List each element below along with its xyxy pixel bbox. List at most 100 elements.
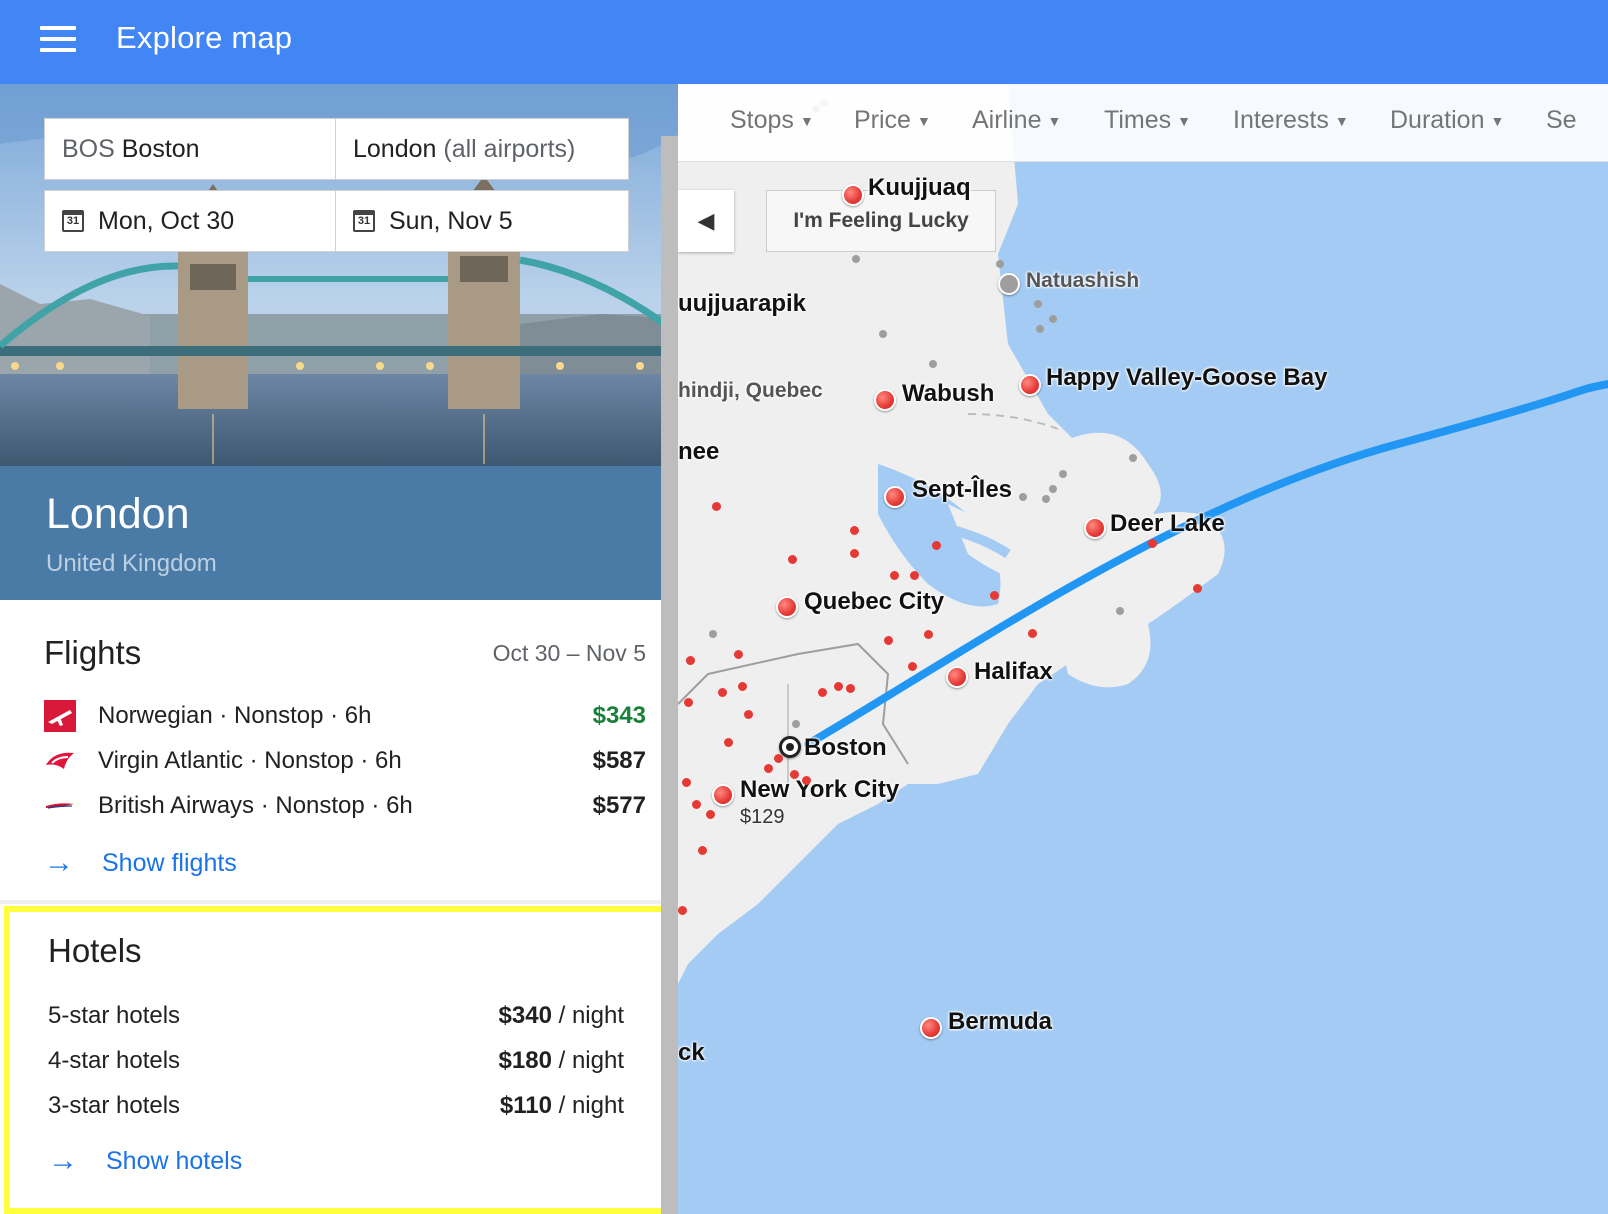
map-dot[interactable]	[684, 698, 693, 707]
origin-field[interactable]: BOS Boston	[44, 118, 336, 180]
map-dot[interactable]	[1028, 629, 1037, 638]
map-label-nyc[interactable]: New York City	[740, 776, 899, 804]
map-dot[interactable]	[932, 541, 941, 550]
map-dot[interactable]	[712, 502, 721, 511]
map-pin[interactable]	[874, 389, 896, 411]
map-dot[interactable]	[678, 906, 687, 915]
origin-code: BOS	[62, 134, 115, 163]
map-dot[interactable]	[846, 684, 855, 693]
map-canvas[interactable]: Stops ▼ Price ▼ Airline ▼ Times ▼ Interests ▼…	[678, 84, 1608, 1214]
map-dot[interactable]	[990, 591, 999, 600]
filter-times[interactable]: Times ▼	[1104, 106, 1191, 135]
map-pin[interactable]	[884, 486, 906, 508]
map-dot[interactable]	[692, 800, 701, 809]
map-dot[interactable]	[734, 650, 743, 659]
map-dot[interactable]	[1148, 539, 1157, 548]
hotel-price: $110 / night	[499, 1092, 624, 1119]
map-label-natuashish[interactable]: Natuashish	[1026, 269, 1139, 293]
map-dot[interactable]	[686, 656, 695, 665]
map-pin[interactable]	[1019, 374, 1041, 396]
map-label-ck[interactable]: ck	[678, 1039, 705, 1067]
british-airways-logo-icon	[46, 803, 74, 809]
destination-city: London	[46, 490, 190, 538]
map-dot[interactable]	[744, 710, 753, 719]
map-dot[interactable]	[790, 770, 799, 779]
map-dot[interactable]	[788, 555, 797, 564]
map-dot[interactable]	[718, 688, 727, 697]
map-dot[interactable]	[774, 754, 783, 763]
map-dot[interactable]	[834, 682, 843, 691]
map-pin[interactable]	[1084, 517, 1106, 539]
map-dot[interactable]	[802, 776, 811, 785]
filter-interests[interactable]: Interests ▼	[1233, 106, 1349, 135]
map-dot[interactable]	[738, 682, 747, 691]
hotel-row[interactable]: 4-star hotels $180 / night	[48, 1043, 624, 1079]
map-landmass	[678, 84, 1608, 984]
map-dot[interactable]	[1193, 584, 1202, 593]
map-label-kuujjuaq[interactable]: Kuujjuaq	[868, 174, 971, 202]
filter-price[interactable]: Price ▼	[854, 106, 931, 135]
return-date-field[interactable]: 31 Sun, Nov 5	[335, 190, 629, 252]
destination-field[interactable]: London (all airports)	[335, 118, 629, 180]
map-pin[interactable]	[776, 596, 798, 618]
map-dot[interactable]	[682, 778, 691, 787]
depart-date: Mon, Oct 30	[98, 206, 235, 235]
map-dot[interactable]	[910, 571, 919, 580]
map-dot[interactable]	[706, 810, 715, 819]
map-label-quebec-city[interactable]: Quebec City	[804, 588, 944, 616]
map-origin-pin[interactable]	[779, 736, 801, 758]
map-label-goose-bay[interactable]: Happy Valley-Goose Bay	[1046, 364, 1327, 392]
menu-icon[interactable]	[38, 26, 78, 58]
flight-row[interactable]: British Airways · Nonstop · 6h $577	[44, 788, 646, 824]
show-hotels-link[interactable]: → Show hotels	[48, 1144, 242, 1178]
map-dot[interactable]	[698, 846, 707, 855]
page-title: Explore map	[116, 20, 293, 55]
map-dot[interactable]	[890, 571, 899, 580]
map-label-halifax[interactable]: Halifax	[974, 658, 1053, 686]
map-pin[interactable]	[712, 784, 734, 806]
hotel-row[interactable]: 3-star hotels $110 / night	[48, 1088, 624, 1124]
hotel-class: 4-star hotels	[48, 1047, 181, 1074]
return-date: Sun, Nov 5	[389, 206, 513, 235]
map-label-kuujjuarapik[interactable]: uujjuarapik	[678, 290, 806, 318]
calendar-icon: 31	[62, 210, 84, 232]
map-dot[interactable]	[884, 636, 893, 645]
hotel-row[interactable]: 5-star hotels $340 / night	[48, 998, 624, 1034]
map-dot[interactable]	[850, 526, 859, 535]
map-dot[interactable]	[818, 688, 827, 697]
map-label-chibougamau[interactable]: hindji, Quebec	[678, 379, 823, 403]
filter-bar: Stops ▼ Price ▼ Airline ▼ Times ▼ Interests ▼…	[678, 84, 1608, 162]
norwegian-logo-icon	[44, 700, 76, 732]
filter-airline[interactable]: Airline ▼	[972, 106, 1061, 135]
filter-more[interactable]: Se	[1546, 106, 1577, 135]
show-flights-link[interactable]: → Show flights	[44, 846, 237, 880]
map-label-wabush[interactable]: Wabush	[902, 380, 994, 408]
map-pin[interactable]	[920, 1017, 942, 1039]
map-dot[interactable]	[924, 630, 933, 639]
map-pin[interactable]	[998, 273, 1020, 295]
show-flights-label: Show flights	[102, 848, 237, 877]
flight-description: Norwegian · Nonstop · 6h	[98, 702, 372, 729]
map-pin[interactable]	[842, 184, 864, 206]
map-dot[interactable]	[850, 549, 859, 558]
map-label-deer-lake[interactable]: Deer Lake	[1110, 510, 1225, 538]
depart-date-field[interactable]: 31 Mon, Oct 30	[44, 190, 336, 252]
map-dot[interactable]	[764, 764, 773, 773]
filter-stops[interactable]: Stops ▼	[730, 106, 814, 135]
map-pin[interactable]	[946, 666, 968, 688]
map-label-bermuda[interactable]: Bermuda	[948, 1008, 1052, 1036]
map-label-boston[interactable]: Boston	[804, 734, 887, 762]
map-dot[interactable]	[908, 662, 917, 671]
collapse-panel-button[interactable]: ◀	[678, 190, 734, 252]
map-label-sept-iles[interactable]: Sept-Îles	[912, 476, 1012, 504]
flight-row[interactable]: Virgin Atlantic · Nonstop · 6h $587	[44, 743, 646, 779]
hotel-price: $180 / night	[498, 1047, 624, 1074]
flight-row[interactable]: Norwegian · Nonstop · 6h $343	[44, 698, 646, 734]
map-dot[interactable]	[724, 738, 733, 747]
dropdown-arrow-icon: ▼	[1490, 113, 1505, 130]
show-hotels-label: Show hotels	[106, 1146, 243, 1175]
panel-scrollbar[interactable]	[661, 136, 678, 1214]
hotel-class: 3-star hotels	[48, 1092, 181, 1119]
filter-duration[interactable]: Duration ▼	[1390, 106, 1504, 135]
map-label-nee[interactable]: nee	[678, 438, 719, 466]
